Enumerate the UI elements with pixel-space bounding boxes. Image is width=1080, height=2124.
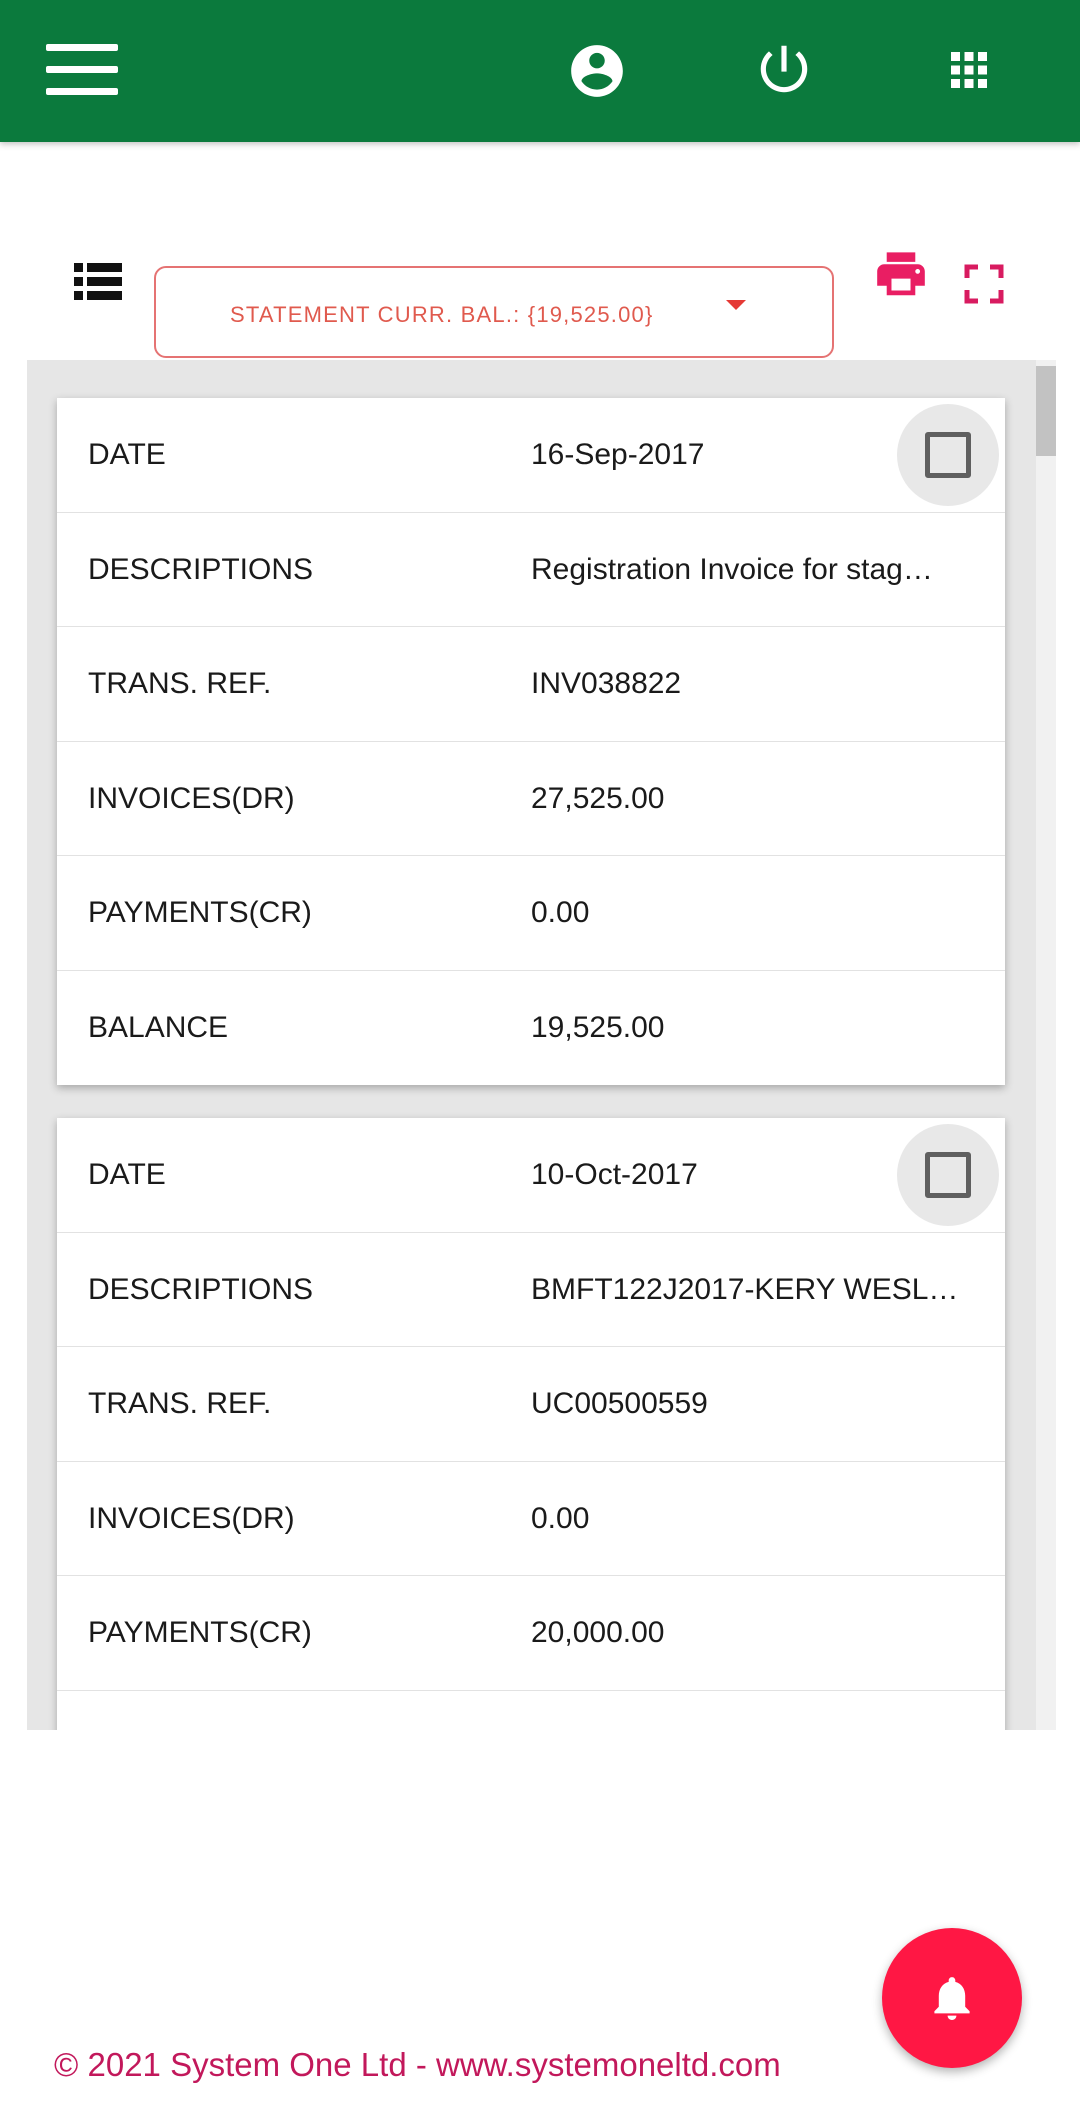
fullscreen-icon[interactable] bbox=[964, 264, 1004, 304]
statement-card: DATE 16-Sep-2017 DESCRIPTIONS Registrati… bbox=[57, 398, 1005, 1085]
card-row-payments: PAYMENTS(CR) 20,000.00 bbox=[57, 1576, 1005, 1691]
card-row-trans-ref: TRANS. REF. UC00500559 bbox=[57, 1347, 1005, 1462]
field-value: 20,000.00 bbox=[531, 1616, 665, 1649]
field-value: BMFT122J2017-KERY WESL… bbox=[531, 1272, 959, 1306]
card-row-description: DESCRIPTIONS Registration Invoice for st… bbox=[57, 513, 1005, 627]
menu-icon[interactable] bbox=[46, 44, 118, 96]
statement-list[interactable]: DATE 16-Sep-2017 DESCRIPTIONS Registrati… bbox=[27, 360, 1036, 1730]
apps-grid-icon[interactable] bbox=[942, 43, 996, 97]
field-label: DATE bbox=[88, 438, 166, 471]
scrollbar-track bbox=[1036, 360, 1056, 1730]
field-label: INVOICES(DR) bbox=[88, 1501, 295, 1535]
field-label: DESCRIPTIONS bbox=[88, 552, 314, 586]
notifications-fab[interactable] bbox=[882, 1928, 1022, 2068]
card-row-description: DESCRIPTIONS BMFT122J2017-KERY WESL… bbox=[57, 1233, 1005, 1347]
field-label: TRANS. REF. bbox=[88, 667, 272, 700]
field-label: BALANCE bbox=[88, 1010, 229, 1044]
checkbox-box-icon bbox=[925, 1152, 971, 1198]
account-circle-icon[interactable] bbox=[566, 40, 628, 102]
caret-down-icon bbox=[726, 300, 746, 310]
field-value: 27,525.00 bbox=[531, 781, 665, 815]
card-row-invoices: INVOICES(DR) 27,525.00 bbox=[57, 742, 1005, 856]
field-value: 19,525.00 bbox=[531, 1010, 665, 1044]
field-label: PAYMENTS(CR) bbox=[88, 896, 312, 929]
card-row-balance: BALANCE 19,525.00 bbox=[57, 971, 1005, 1086]
footer-copyright: © 2021 System One Ltd - bbox=[54, 2046, 436, 2083]
select-checkbox[interactable] bbox=[897, 404, 999, 506]
list-view-icon[interactable] bbox=[74, 262, 122, 302]
field-label: INVOICES(DR) bbox=[88, 781, 295, 815]
card-row-balance bbox=[57, 1691, 1005, 1731]
select-checkbox[interactable] bbox=[897, 1124, 999, 1226]
card-row-trans-ref: TRANS. REF. INV038822 bbox=[57, 627, 1005, 742]
field-value: Registration Invoice for stag… bbox=[531, 552, 933, 586]
bell-icon bbox=[934, 1977, 970, 2020]
field-label: PAYMENTS(CR) bbox=[88, 1616, 312, 1649]
top-app-bar bbox=[0, 0, 1080, 142]
field-label: TRANS. REF. bbox=[88, 1387, 272, 1420]
card-row-date: DATE 16-Sep-2017 bbox=[57, 398, 1005, 513]
card-row-payments: PAYMENTS(CR) 0.00 bbox=[57, 856, 1005, 971]
checkbox-box-icon bbox=[925, 432, 971, 478]
statement-card: DATE 10-Oct-2017 DESCRIPTIONS BMFT122J20… bbox=[57, 1118, 1005, 1730]
field-value: 0.00 bbox=[531, 1501, 590, 1535]
print-icon[interactable] bbox=[872, 250, 930, 300]
field-value: INV038822 bbox=[531, 667, 682, 700]
power-icon[interactable] bbox=[753, 38, 815, 100]
dropdown-label: STATEMENT CURR. BAL.: {19,525.00} bbox=[230, 302, 654, 327]
field-label: DATE bbox=[88, 1158, 166, 1191]
scrollbar-thumb[interactable] bbox=[1036, 366, 1056, 456]
footer-website-link[interactable]: www.systemoneltd.com bbox=[436, 2046, 781, 2083]
card-row-date: DATE 10-Oct-2017 bbox=[57, 1118, 1005, 1233]
field-value: 0.00 bbox=[531, 896, 590, 929]
footer: © 2021 System One Ltd - www.systemoneltd… bbox=[54, 2046, 781, 2084]
statement-balance-dropdown[interactable]: STATEMENT CURR. BAL.: {19,525.00} bbox=[154, 266, 834, 358]
field-label: DESCRIPTIONS bbox=[88, 1272, 314, 1306]
card-row-invoices: INVOICES(DR) 0.00 bbox=[57, 1462, 1005, 1576]
field-value: UC00500559 bbox=[531, 1387, 708, 1420]
